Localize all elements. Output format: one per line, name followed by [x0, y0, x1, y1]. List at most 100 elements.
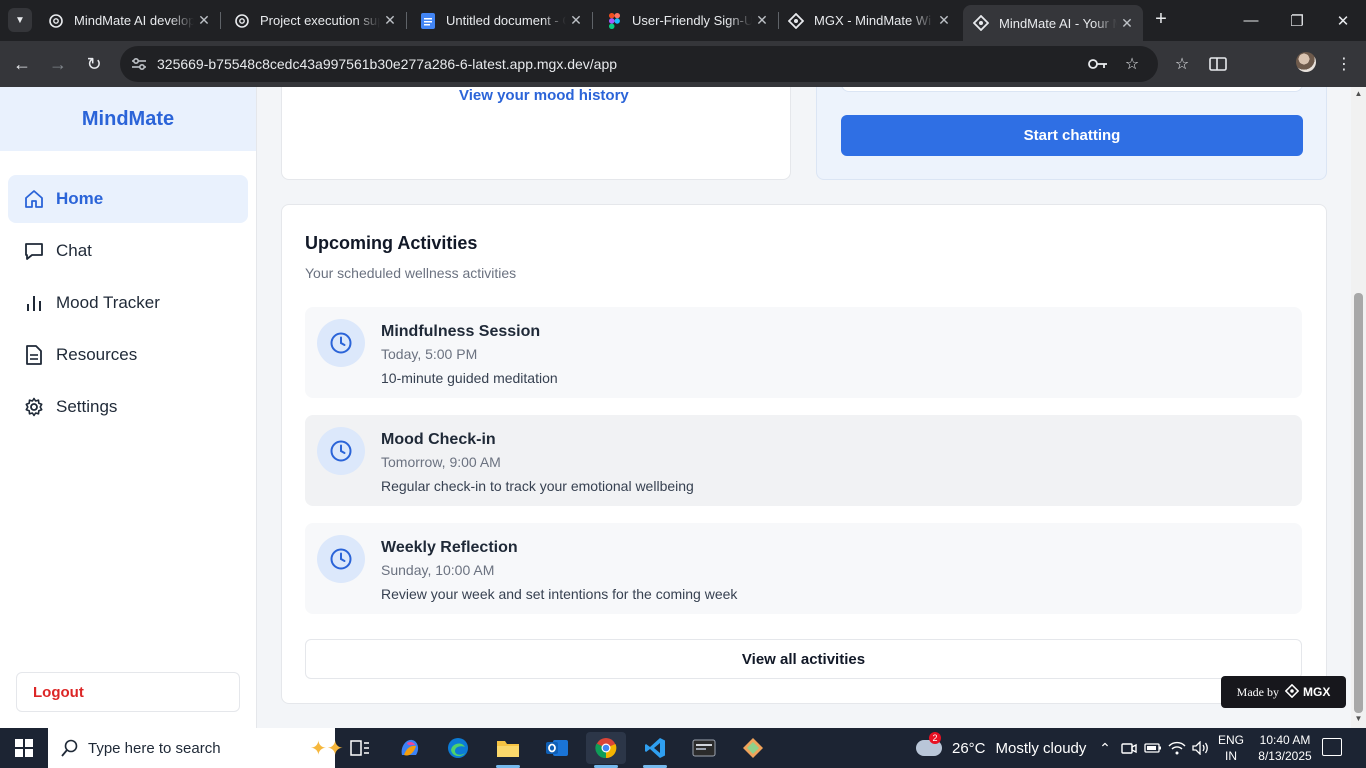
windows-start-icon[interactable] — [0, 728, 48, 768]
tab-title: Project execution sup — [260, 13, 380, 28]
wifi-icon[interactable] — [1166, 738, 1188, 758]
bar-chart-icon — [24, 293, 44, 313]
sidebar-item-label: Resources — [56, 345, 138, 364]
figma-icon — [606, 12, 622, 29]
scrollbar-thumb[interactable] — [1354, 293, 1363, 713]
edge-browser-icon[interactable] — [438, 732, 478, 764]
start-chatting-button[interactable]: Start chatting — [841, 115, 1303, 156]
taskbar-search-box[interactable]: Type here to search ✦✦ — [48, 728, 344, 768]
tab-title: MindMate AI develop — [74, 13, 194, 28]
sidebar: MindMate Home Chat Mood Tracker Resource… — [0, 87, 257, 728]
bookmark-star-icon[interactable]: ☆ — [1122, 54, 1142, 74]
copilot-app-icon[interactable] — [390, 732, 430, 764]
forward-arrow-icon[interactable]: → — [46, 52, 70, 76]
browser-tab-bar: ▼ MindMate AI develop ✕ Project executio… — [0, 0, 1366, 41]
activities-subtitle: Your scheduled wellness activities — [305, 265, 517, 281]
sidebar-item-settings[interactable]: Settings — [8, 383, 248, 431]
brand-logo[interactable]: MindMate — [0, 87, 256, 151]
show-hidden-icons-chevron-icon[interactable]: ⌃ — [1094, 738, 1116, 758]
system-clock[interactable]: 10:40 AM 8/13/2025 — [1252, 732, 1318, 764]
task-view-icon[interactable] — [340, 732, 380, 764]
volume-icon[interactable] — [1190, 738, 1212, 758]
mgx-logo-icon — [1284, 683, 1300, 701]
activity-time: Sunday, 10:00 AM — [381, 562, 495, 578]
activity-name: Mindfulness Session — [381, 323, 541, 340]
logout-button[interactable]: Logout — [16, 672, 240, 712]
favorites-icon[interactable]: ☆ — [1170, 52, 1194, 76]
minimize-window-icon[interactable]: — — [1228, 0, 1274, 41]
activity-description: 10-minute guided meditation — [381, 370, 558, 386]
close-tab-icon[interactable]: ✕ — [934, 12, 954, 29]
activity-item[interactable]: Mindfulness Session Today, 5:00 PM 10-mi… — [305, 307, 1302, 398]
menu-dots-icon[interactable]: ⋮ — [1332, 52, 1356, 76]
activities-title: Upcoming Activities — [305, 233, 478, 253]
file-explorer-icon[interactable] — [488, 732, 528, 768]
sidebar-item-mood-tracker[interactable]: Mood Tracker — [8, 279, 248, 327]
browser-tab[interactable]: Untitled document - G ✕ — [406, 0, 592, 41]
tab-title: MindMate AI - Your M — [999, 15, 1117, 31]
vscode-icon[interactable] — [635, 732, 675, 768]
browser-tab[interactable]: User-Friendly Sign-Up ✕ — [592, 0, 778, 41]
mgx-icon — [788, 12, 804, 29]
address-bar[interactable]: 325669-b75548c8cedc43a997561b30e277a286-… — [120, 46, 1158, 82]
document-icon — [24, 345, 44, 365]
page-scrollbar[interactable]: ▲ ▼ — [1351, 87, 1366, 728]
outlook-icon[interactable] — [537, 732, 577, 764]
close-tab-icon[interactable]: ✕ — [194, 12, 214, 29]
activity-description: Review your week and set intentions for … — [381, 586, 738, 602]
scroll-down-arrow-icon[interactable]: ▼ — [1354, 714, 1363, 723]
restore-window-icon[interactable]: ❐ — [1274, 0, 1320, 41]
chrome-browser-icon[interactable] — [586, 732, 626, 768]
clock-date: 8/13/2025 — [1258, 749, 1312, 763]
mood-history-link[interactable]: View your mood history — [459, 87, 629, 104]
reload-icon[interactable]: ↻ — [82, 52, 106, 76]
home-icon — [24, 189, 44, 209]
chat-input-field[interactable] — [841, 87, 1303, 92]
copilot-sparkle-icon[interactable]: ✦✦ — [310, 736, 344, 761]
app-page: MindMate Home Chat Mood Tracker Resource… — [0, 87, 1366, 728]
close-tab-icon[interactable]: ✕ — [380, 12, 400, 29]
browser-tab[interactable]: Project execution sup ✕ — [220, 0, 406, 41]
terminal-app-icon[interactable] — [684, 732, 724, 764]
browser-tab[interactable]: MGX - MindMate Wi ✕ — [774, 0, 960, 41]
password-key-icon[interactable] — [1088, 54, 1108, 74]
view-all-activities-button[interactable]: View all activities — [305, 639, 1302, 679]
close-tab-icon[interactable]: ✕ — [752, 12, 772, 29]
scroll-up-arrow-icon[interactable]: ▲ — [1354, 89, 1363, 98]
close-tab-icon[interactable]: ✕ — [566, 12, 586, 29]
sidebar-item-home[interactable]: Home — [8, 175, 248, 223]
new-tab-button[interactable]: + — [1150, 8, 1172, 31]
input-language-indicator[interactable]: ENG IN — [1216, 732, 1246, 764]
weather-alert-badge: 2 — [929, 732, 941, 744]
gear-icon — [24, 397, 44, 417]
close-window-icon[interactable]: ✕ — [1320, 0, 1366, 41]
back-arrow-icon[interactable]: ← — [10, 52, 34, 76]
profile-avatar[interactable] — [1296, 52, 1316, 72]
sidebar-item-label: Mood Tracker — [56, 293, 160, 312]
url-text: 325669-b75548c8cedc43a997561b30e277a286-… — [157, 56, 618, 72]
tab-search-chevron-icon[interactable]: ▼ — [8, 8, 32, 32]
activity-item[interactable]: Mood Check-in Tomorrow, 9:00 AM Regular … — [305, 415, 1302, 506]
sidebar-item-chat[interactable]: Chat — [8, 227, 248, 275]
notification-center-icon[interactable] — [1322, 738, 1342, 756]
browser-toolbar: ← → ↻ 325669-b75548c8cedc43a997561b30e27… — [0, 41, 1366, 87]
made-by-mgx-badge[interactable]: Made by MGX — [1221, 676, 1346, 708]
weather-widget[interactable]: 2 26°C Mostly cloudy — [916, 728, 1086, 768]
tab-title: Untitled document - G — [446, 13, 566, 28]
activity-item[interactable]: Weekly Reflection Sunday, 10:00 AM Revie… — [305, 523, 1302, 614]
search-placeholder: Type here to search — [88, 739, 221, 757]
tab-title: MGX - MindMate Wi — [814, 13, 932, 28]
clock-icon — [317, 319, 365, 367]
browser-tab[interactable]: MindMate AI develop ✕ — [34, 0, 220, 41]
activity-time: Tomorrow, 9:00 AM — [381, 454, 501, 470]
site-settings-icon[interactable] — [130, 55, 148, 73]
activity-name: Weekly Reflection — [381, 539, 518, 556]
meet-now-icon[interactable] — [1118, 738, 1140, 758]
sidebar-item-resources[interactable]: Resources — [8, 331, 248, 379]
split-screen-icon[interactable] — [1206, 52, 1230, 76]
git-app-icon[interactable] — [733, 732, 773, 764]
activity-time: Today, 5:00 PM — [381, 346, 478, 362]
battery-icon[interactable] — [1142, 738, 1164, 758]
browser-tab-active[interactable]: MindMate AI - Your M ✕ — [963, 5, 1143, 41]
close-tab-icon[interactable]: ✕ — [1117, 15, 1137, 32]
